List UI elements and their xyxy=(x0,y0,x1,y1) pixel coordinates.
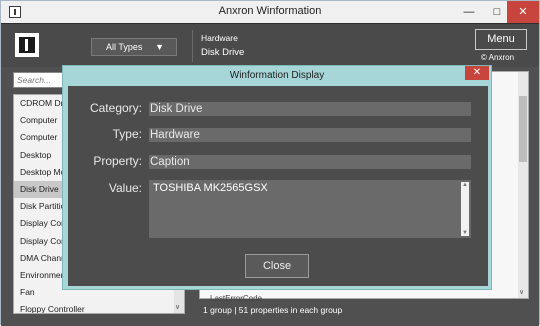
category-value: Disk Drive xyxy=(201,47,245,58)
window-close-button[interactable]: ✕ xyxy=(507,1,539,23)
type-field-label: Type: xyxy=(112,127,142,141)
property-field-label: Property: xyxy=(93,154,142,168)
logo-icon xyxy=(15,33,39,57)
value-scrollbar[interactable]: ▲ ▼ xyxy=(461,182,469,236)
title-bar: Anxron Winformation — □ ✕ xyxy=(1,1,539,23)
header-divider xyxy=(192,30,193,62)
list-item[interactable]: Floppy Controller xyxy=(14,301,184,313)
chevron-down-icon: ▼ xyxy=(155,42,164,52)
scroll-up-icon[interactable]: ▲ xyxy=(462,182,468,188)
scroll-down-icon[interactable]: ∨ xyxy=(175,303,180,311)
header-bar: All Types ▼ Hardware Disk Drive Menu © A… xyxy=(1,23,539,67)
app-window: Anxron Winformation — □ ✕ All Types ▼ Ha… xyxy=(0,0,540,326)
category-field-value: Disk Drive xyxy=(149,102,471,116)
close-button[interactable]: Close xyxy=(245,254,309,278)
dialog-body: Category: Disk Drive Type: Hardware Prop… xyxy=(68,86,488,286)
dialog-title: Winformation Display xyxy=(229,70,325,81)
dialog-close-button[interactable]: ✕ xyxy=(465,66,489,80)
property-row[interactable]: LastErrorCode xyxy=(210,294,262,303)
winformation-dialog: Winformation Display ✕ Category: Disk Dr… xyxy=(62,65,492,290)
copyright-text: © Anxron xyxy=(481,53,515,62)
scroll-down-icon[interactable]: ▼ xyxy=(462,230,468,236)
minimize-button[interactable]: — xyxy=(455,1,483,23)
value-text: TOSHIBA MK2565GSX xyxy=(153,182,268,194)
value-field-label: Value: xyxy=(108,181,142,195)
category-label: Hardware xyxy=(201,33,238,43)
scroll-down-icon[interactable]: ∨ xyxy=(519,288,524,296)
types-dropdown-label: All Types xyxy=(106,42,143,52)
menu-button[interactable]: Menu xyxy=(475,29,527,50)
value-textarea[interactable]: TOSHIBA MK2565GSX ▲ ▼ xyxy=(149,180,471,238)
status-text: 1 group | 51 properties in each group xyxy=(203,305,343,315)
types-dropdown[interactable]: All Types ▼ xyxy=(91,38,177,56)
property-field-value: Caption xyxy=(149,155,471,169)
category-field-label: Category: xyxy=(89,101,142,115)
scrollbar-thumb[interactable] xyxy=(519,96,527,162)
type-field-value: Hardware xyxy=(149,128,471,142)
properties-scrollbar[interactable]: ∨ xyxy=(518,72,528,298)
